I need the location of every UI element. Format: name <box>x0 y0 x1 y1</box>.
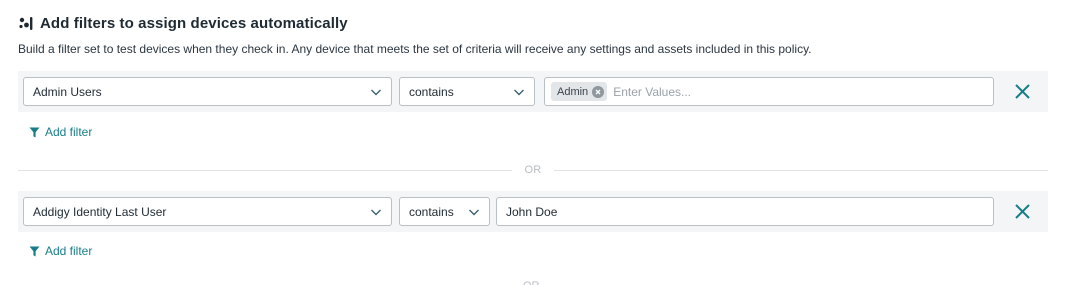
field-select-value: Addigy Identity Last User <box>33 204 167 219</box>
value-tag: Admin <box>551 82 608 101</box>
operator-select[interactable]: contains <box>399 77 535 106</box>
funnel-icon <box>29 127 40 137</box>
chevron-down-icon <box>514 89 524 96</box>
value-input[interactable]: John Doe <box>496 197 994 226</box>
operator-select-value: contains <box>409 84 454 99</box>
chevron-down-icon <box>371 89 381 96</box>
field-select[interactable]: Addigy Identity Last User <box>23 197 392 226</box>
section-header: Add filters to assign devices automatica… <box>18 15 348 32</box>
divider-line <box>553 169 1049 171</box>
add-filter-label: Add filter <box>45 125 93 139</box>
or-separator: OR <box>18 163 1049 177</box>
close-icon[interactable] <box>1013 82 1032 101</box>
filter-row: Addigy Identity Last User contains John … <box>18 191 1048 232</box>
nodes-icon <box>19 17 33 30</box>
field-select[interactable]: Admin Users <box>23 77 392 106</box>
operator-select[interactable]: contains <box>399 197 490 226</box>
value-input-text: John Doe <box>506 204 558 219</box>
policy-filters-panel: Add filters to assign devices automatica… <box>0 0 1067 285</box>
values-placeholder: Enter Values... <box>613 84 692 99</box>
values-input[interactable]: Admin Enter Values... <box>544 77 994 106</box>
close-icon[interactable] <box>1013 202 1032 221</box>
operator-select-value: contains <box>409 204 454 219</box>
funnel-icon <box>29 246 40 256</box>
field-select-value: Admin Users <box>33 84 102 99</box>
add-filter-button[interactable]: Add filter <box>29 125 92 139</box>
section-description: Build a filter set to test devices when … <box>18 42 812 56</box>
section-title: Add filters to assign devices automatica… <box>40 15 348 32</box>
remove-tag-icon[interactable] <box>592 85 605 98</box>
value-tag-label: Admin <box>557 85 589 98</box>
filter-row: Admin Users contains Admin Enter Values.… <box>18 71 1048 112</box>
divider-line <box>18 169 513 171</box>
add-filter-button[interactable]: Add filter <box>29 244 92 258</box>
or-label-partial: OR <box>523 280 543 285</box>
chevron-down-icon <box>371 209 381 216</box>
or-label: OR <box>524 164 542 176</box>
add-filter-label: Add filter <box>45 244 93 258</box>
chevron-down-icon <box>469 209 479 216</box>
